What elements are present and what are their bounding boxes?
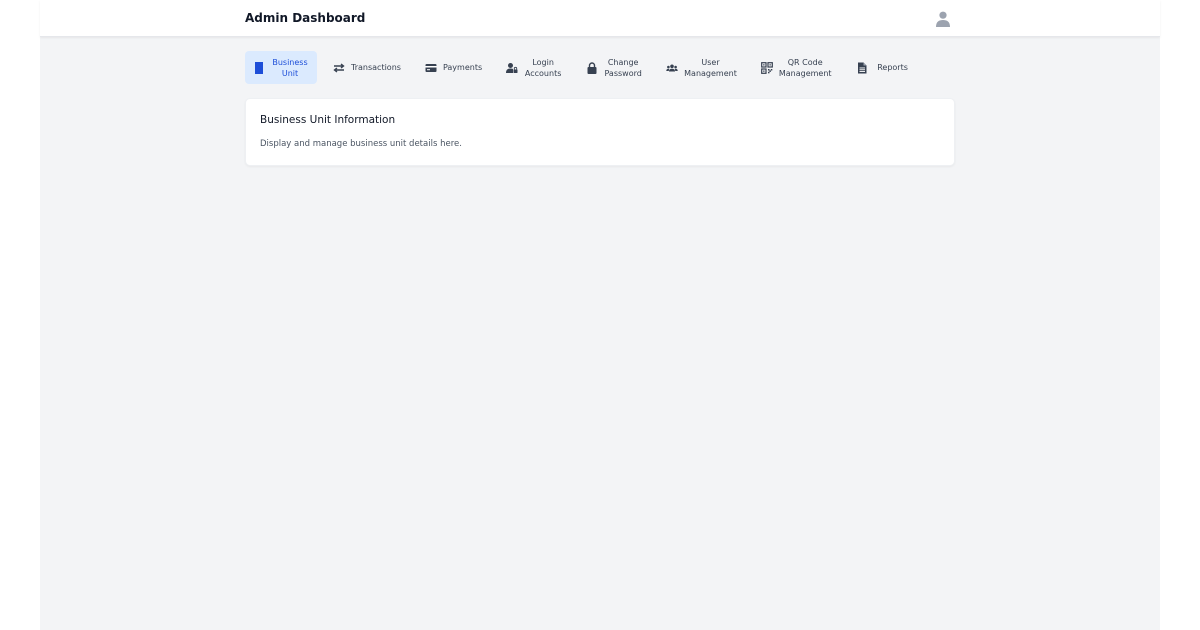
nav-item-qr-code-management[interactable]: QR Code Management [753,51,840,84]
nav-label: Transactions [351,63,401,72]
nav-item-business-unit[interactable]: Business Unit [245,51,317,84]
nav-item-transactions[interactable]: Transactions [325,51,409,84]
nav-label: QR Code Management [778,57,832,78]
users-icon [666,62,678,74]
credit-card-icon [425,62,437,74]
nav-item-change-password[interactable]: Change Password [578,51,650,84]
user-icon [936,11,950,27]
nav-label: Business Unit [272,57,308,78]
nav-item-login-accounts[interactable]: Login Accounts [498,51,570,84]
nav-label: Payments [442,63,483,72]
main-nav: Business Unit Transactions Payments Logi… [245,51,928,84]
qrcode-icon [760,61,773,74]
nav-item-user-management[interactable]: User Management [658,51,745,84]
app-shell: Admin Dashboard Business Unit Transactio… [40,0,1160,630]
user-menu-button[interactable] [933,9,953,29]
nav-label: Login Accounts [524,57,562,78]
card-description: Display and manage business unit details… [260,139,462,149]
top-bar: Admin Dashboard [40,0,1160,37]
building-icon [253,61,265,74]
nav-label: Reports [877,63,908,72]
lock-icon [586,61,598,74]
nav-label: User Management [684,57,737,78]
nav-label: Change Password [604,57,642,78]
business-unit-card: Business Unit Information Display and ma… [245,98,955,166]
nav-item-payments[interactable]: Payments [417,51,490,84]
nav-item-reports[interactable]: Reports [848,51,920,84]
file-icon [856,62,868,74]
exchange-icon [333,62,345,74]
app-title: Admin Dashboard [245,11,366,25]
user-lock-icon [506,62,518,74]
card-title: Business Unit Information [260,114,396,126]
